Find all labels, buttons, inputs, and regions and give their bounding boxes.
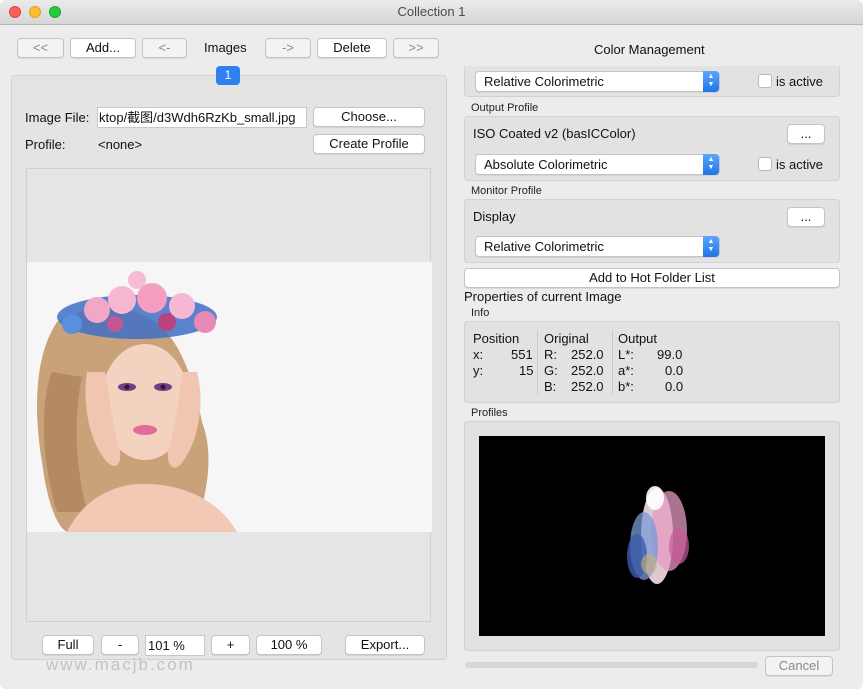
original-header: Original	[544, 331, 589, 346]
color-management-title: Color Management	[594, 42, 705, 57]
monitor-profile-browse-button[interactable]: ...	[787, 207, 825, 227]
a-value: 0.0	[665, 363, 684, 378]
image-file-label: Image File:	[25, 110, 90, 125]
next-image-button[interactable]: ->	[265, 38, 311, 58]
gamut-view[interactable]	[479, 436, 825, 636]
output-profile-heading: Output Profile	[471, 102, 539, 114]
input-intent-value: Relative Colorimetric	[484, 74, 604, 89]
close-window-button[interactable]	[9, 6, 21, 18]
cancel-button[interactable]: Cancel	[765, 656, 833, 676]
profiles-heading: Profiles	[471, 407, 508, 419]
app-window: Collection 1 << Add... <- Images -> Dele…	[0, 0, 863, 689]
image-file-value: ktop/截图/d3Wdh6RzKb_small.jpg	[99, 110, 296, 125]
add-image-button[interactable]: Add...	[70, 38, 136, 58]
zoom-window-button[interactable]	[49, 6, 61, 18]
bstar-value: 0.0	[665, 379, 684, 394]
monitor-intent-value: Relative Colorimetric	[484, 239, 604, 254]
monitor-profile-name: Display	[473, 209, 516, 224]
bstar-label: b*:	[618, 379, 634, 394]
export-button[interactable]: Export...	[345, 635, 425, 655]
r-value: 252.0	[571, 347, 604, 362]
input-is-active-label: is active	[776, 74, 823, 89]
choose-file-button[interactable]: Choose...	[313, 107, 425, 127]
zoom-value-field[interactable]: 101 %	[145, 635, 205, 656]
output-profile-browse-button[interactable]: ...	[787, 124, 825, 144]
output-header: Output	[618, 331, 658, 346]
l-value: 99.0	[657, 347, 683, 362]
gamut-point-cloud	[627, 486, 689, 584]
image-preview[interactable]	[26, 168, 432, 622]
previous-image-button[interactable]: <-	[142, 38, 187, 58]
image-file-input[interactable]: ktop/截图/d3Wdh6RzKb_small.jpg	[97, 107, 307, 128]
monitor-profile-heading: Monitor Profile	[471, 185, 542, 197]
g-label: G:	[544, 363, 558, 378]
portrait-photo	[27, 262, 432, 532]
a-label: a*:	[618, 363, 634, 378]
delete-image-button[interactable]: Delete	[317, 38, 387, 58]
b-label: B:	[544, 379, 557, 394]
r-label: R:	[544, 347, 557, 362]
zoom-full-button[interactable]: Full	[42, 635, 94, 655]
output-profile-name: ISO Coated v2 (basICColor)	[473, 126, 636, 141]
l-label: L*:	[618, 347, 634, 362]
info-heading: Info	[471, 307, 490, 319]
window-title: Collection 1	[397, 4, 466, 19]
select-arrows-icon: ▲ ▼	[703, 154, 719, 175]
zoom-100-button[interactable]: 100 %	[256, 635, 322, 655]
x-value: 551	[511, 347, 533, 362]
input-is-active-checkbox[interactable]	[758, 74, 772, 88]
g-value: 252.0	[571, 363, 604, 378]
b-value: 252.0	[571, 379, 604, 394]
properties-heading: Properties of current Image	[464, 289, 622, 304]
select-arrows-icon: ▲ ▼	[703, 236, 719, 257]
output-intent-value: Absolute Colorimetric	[484, 157, 608, 172]
output-is-active-label: is active	[776, 157, 823, 172]
add-hot-folder-button[interactable]: Add to Hot Folder List	[464, 268, 840, 288]
profile-value: <none>	[98, 137, 143, 152]
y-label: y:	[473, 363, 484, 378]
output-is-active-checkbox[interactable]	[758, 157, 772, 171]
create-profile-button[interactable]: Create Profile	[313, 134, 425, 154]
info-divider	[612, 330, 613, 394]
profile-label: Profile:	[25, 137, 66, 152]
zoom-value: 101 %	[148, 638, 185, 653]
images-label: Images	[204, 40, 247, 55]
x-label: x:	[473, 347, 484, 362]
output-intent-select[interactable]: Absolute Colorimetric ▲ ▼	[475, 154, 720, 175]
progress-bar	[465, 662, 758, 668]
last-image-button[interactable]: >>	[393, 38, 439, 58]
info-divider	[537, 330, 538, 394]
watermark: www.macjb.com	[46, 655, 195, 674]
zoom-in-button[interactable]: +	[211, 635, 250, 655]
y-value: 15	[519, 363, 534, 378]
input-intent-select[interactable]: Relative Colorimetric ▲ ▼	[475, 71, 720, 92]
title-bar: Collection 1	[0, 0, 863, 25]
page-badge[interactable]: 1	[216, 66, 240, 85]
zoom-out-button[interactable]: -	[101, 635, 139, 655]
position-header: Position	[473, 331, 520, 346]
minimize-window-button[interactable]	[29, 6, 41, 18]
first-image-button[interactable]: <<	[17, 38, 64, 58]
select-arrows-icon: ▲ ▼	[703, 71, 719, 92]
monitor-intent-select[interactable]: Relative Colorimetric ▲ ▼	[475, 236, 720, 257]
